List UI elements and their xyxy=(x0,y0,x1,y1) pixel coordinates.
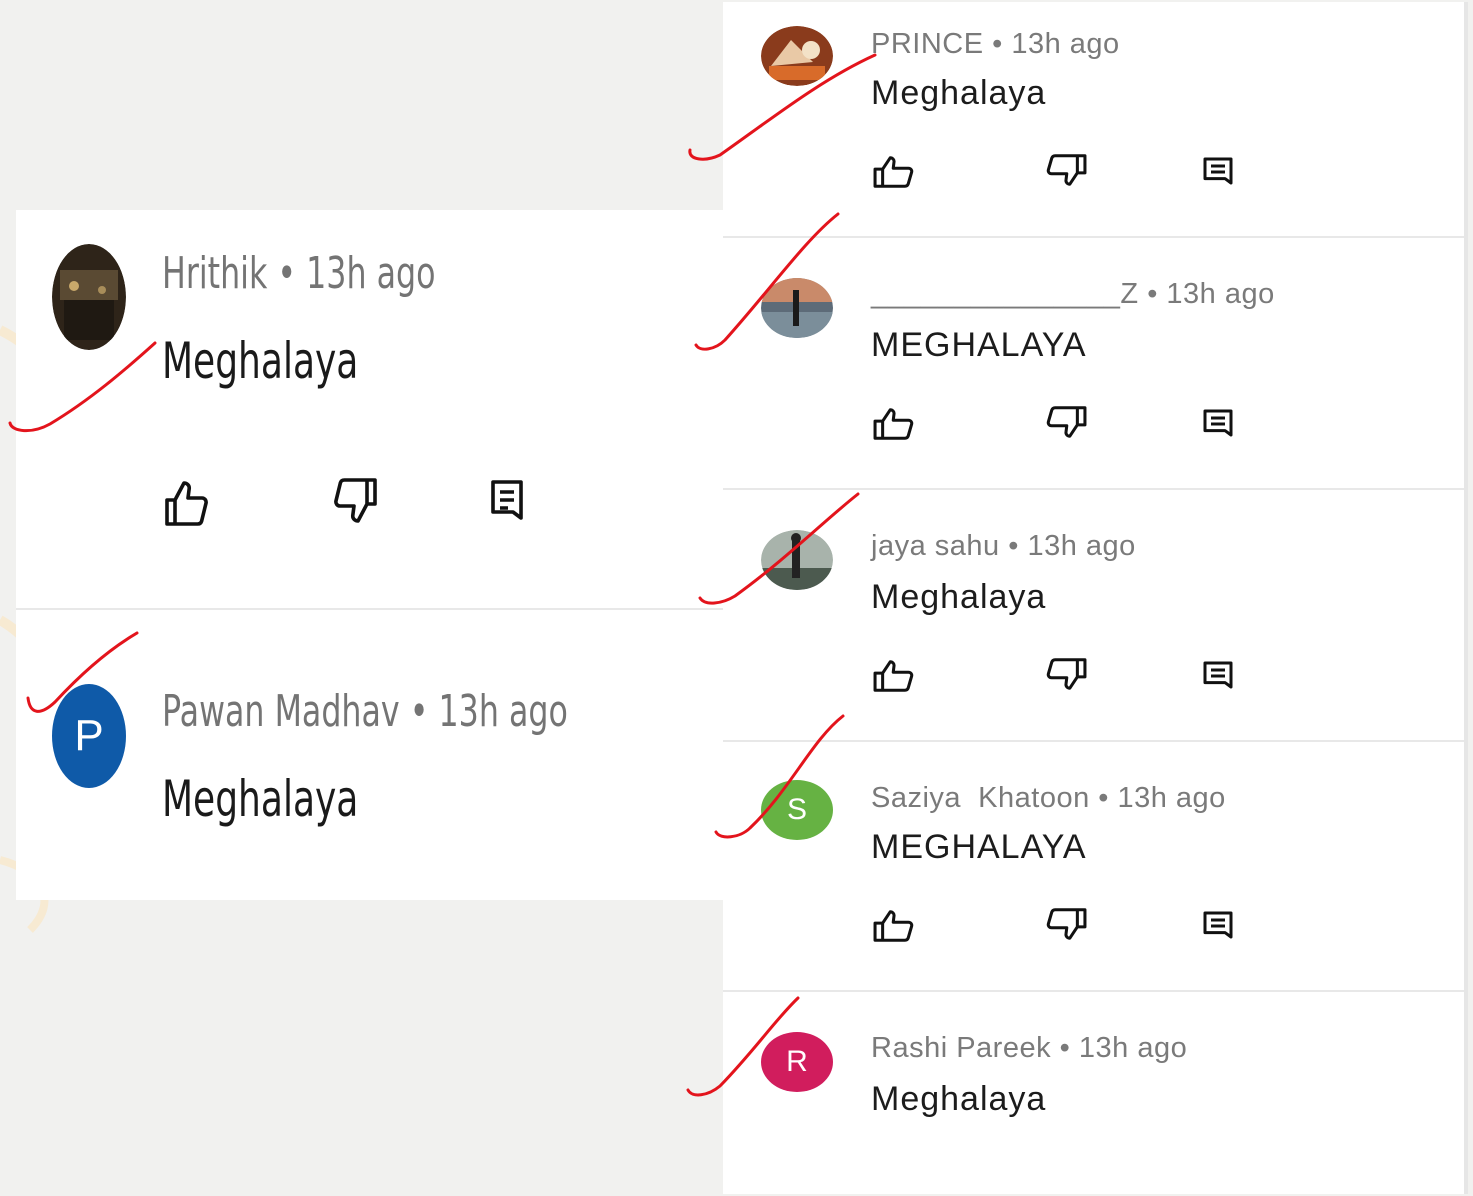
separator: • xyxy=(277,248,297,299)
like-button[interactable] xyxy=(871,908,917,944)
author-name[interactable]: Hrithik xyxy=(162,248,267,299)
comment-text: Meghalaya xyxy=(162,770,359,828)
reply-comment-icon xyxy=(1203,409,1233,437)
avatar[interactable]: R xyxy=(761,1032,833,1092)
comment-text: MEGHALAYA xyxy=(871,326,1087,364)
author-name[interactable]: Rashi Pareek xyxy=(871,1032,1051,1064)
comment-card: PRINCE • 13h ago Meghalaya xyxy=(723,2,1468,238)
like-button[interactable] xyxy=(871,154,917,190)
timestamp: 13h ago xyxy=(1011,28,1120,60)
dislike-button[interactable] xyxy=(1043,152,1089,188)
avatar[interactable] xyxy=(52,244,126,350)
comment-text: Meghalaya xyxy=(162,332,359,390)
reply-comment-icon xyxy=(491,480,523,520)
timestamp: 13h ago xyxy=(1027,530,1136,562)
timestamp: 13h ago xyxy=(306,248,436,299)
thumbs-down-icon xyxy=(1046,154,1087,186)
thumbs-up-icon xyxy=(165,481,208,526)
comment-meta: PRINCE • 13h ago xyxy=(871,28,1120,61)
avatar[interactable] xyxy=(761,278,833,338)
author-name[interactable]: jaya sahu xyxy=(871,530,1000,562)
timestamp: 13h ago xyxy=(1166,278,1275,310)
comment-card: jaya sahu • 13h ago Meghalaya xyxy=(723,490,1468,742)
comment-meta: jaya sahu • 13h ago xyxy=(871,530,1136,563)
reply-button[interactable] xyxy=(1201,156,1235,188)
comment-meta: Pawan Madhav • 13h ago xyxy=(162,686,568,737)
avatar[interactable]: S xyxy=(761,780,833,840)
timestamp: 13h ago xyxy=(1117,782,1226,814)
separator: • xyxy=(409,686,429,737)
reply-comment-icon xyxy=(1203,911,1233,939)
reply-button[interactable] xyxy=(1201,408,1235,440)
thumbs-up-icon xyxy=(873,660,914,692)
like-button[interactable] xyxy=(162,476,210,530)
thumbs-down-icon xyxy=(1046,658,1087,690)
dislike-button[interactable] xyxy=(332,474,380,528)
comment-panel-left: Hrithik • 13h ago Meghalaya P Pawan Madh… xyxy=(16,210,723,900)
thumbs-up-icon xyxy=(873,156,914,188)
avatar[interactable] xyxy=(761,530,833,590)
comment-card: R Rashi Pareek • 13h ago Meghalaya xyxy=(723,992,1468,1194)
comment-panel-right: PRINCE • 13h ago Meghalaya _____________… xyxy=(723,2,1468,1194)
separator: • xyxy=(1059,1032,1071,1064)
comment-meta: Rashi Pareek • 13h ago xyxy=(871,1032,1187,1065)
reply-comment-icon xyxy=(1203,157,1233,185)
separator: • xyxy=(1098,782,1109,814)
reply-comment-icon xyxy=(1203,661,1233,689)
thumbs-down-icon xyxy=(1046,406,1087,438)
avatar-letter: R xyxy=(786,1045,808,1078)
comment-card: S Saziya Khatoon • 13h ago MEGHALAYA xyxy=(723,742,1468,992)
author-name[interactable]: Pawan Madhav xyxy=(162,686,400,737)
comment-meta: Hrithik • 13h ago xyxy=(162,248,436,299)
separator: • xyxy=(992,28,1003,60)
comment-text: Meghalaya xyxy=(871,1080,1047,1118)
comment-text: Meghalaya xyxy=(871,578,1047,616)
thumbs-down-icon xyxy=(1046,908,1087,940)
thumbs-up-icon xyxy=(873,408,914,440)
avatar-letter: P xyxy=(74,711,104,760)
thumbs-down-icon xyxy=(334,478,377,523)
comment-text: MEGHALAYA xyxy=(871,828,1087,866)
timestamp: 13h ago xyxy=(1078,1032,1188,1064)
comment-text: Meghalaya xyxy=(871,74,1047,112)
comment-meta: Saziya Khatoon • 13h ago xyxy=(871,782,1226,815)
like-button[interactable] xyxy=(871,658,917,694)
comment-meta: _______________Z • 13h ago xyxy=(871,278,1275,311)
comment-card: _______________Z • 13h ago MEGHALAYA xyxy=(723,238,1468,490)
reply-button[interactable] xyxy=(1201,910,1235,942)
avatar[interactable]: P xyxy=(52,684,126,788)
reply-button[interactable] xyxy=(488,476,526,530)
author-name[interactable]: Saziya Khatoon xyxy=(871,782,1090,814)
author-name[interactable]: _______________Z xyxy=(871,278,1139,310)
timestamp: 13h ago xyxy=(438,686,568,737)
author-name[interactable]: PRINCE xyxy=(871,28,984,60)
comment-card: P Pawan Madhav • 13h ago Meghalaya xyxy=(16,610,723,900)
thumbs-up-icon xyxy=(873,910,914,942)
avatar[interactable] xyxy=(761,26,833,86)
comment-card: Hrithik • 13h ago Meghalaya xyxy=(16,210,723,610)
separator: • xyxy=(1008,530,1019,562)
dislike-button[interactable] xyxy=(1043,906,1089,942)
dislike-button[interactable] xyxy=(1043,404,1089,440)
reply-button[interactable] xyxy=(1201,660,1235,692)
like-button[interactable] xyxy=(871,406,917,442)
avatar-letter: S xyxy=(786,793,807,826)
separator: • xyxy=(1147,278,1158,310)
dislike-button[interactable] xyxy=(1043,656,1089,692)
